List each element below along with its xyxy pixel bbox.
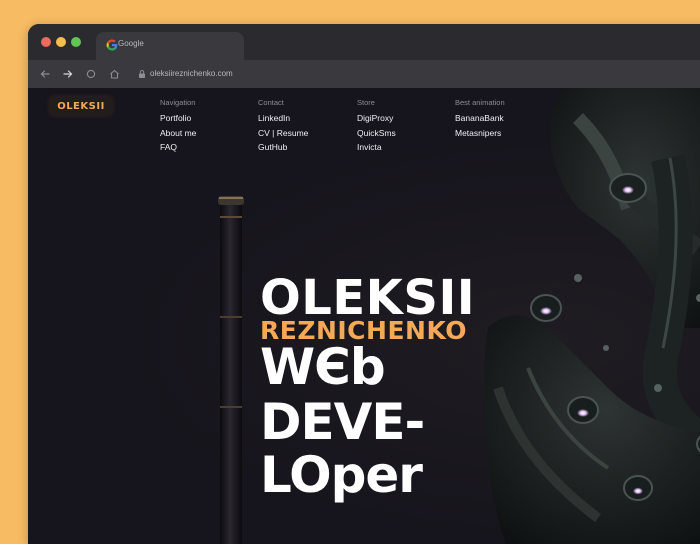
nav-link-about-me[interactable]: About me: [160, 128, 196, 138]
hero-role-line-3: LOper: [260, 446, 423, 504]
url-field[interactable]: oleksiireznichenko.com: [150, 69, 233, 78]
close-window-button[interactable]: [41, 37, 51, 47]
nav-link-invicta[interactable]: Invicta: [357, 142, 396, 152]
address-bar: oleksiireznichenko.com: [28, 60, 700, 88]
nav-link-digiproxy[interactable]: DigiProxy: [357, 113, 396, 123]
hero-name-first: OLEKSII: [260, 270, 476, 326]
nav-column-contact: Contact LinkedIn CV | Resume GutHub: [258, 98, 308, 157]
forward-arrow-icon[interactable]: [61, 67, 75, 81]
hero-role-line-1: WЄb: [260, 338, 386, 396]
nav-link-faq[interactable]: FAQ: [160, 142, 196, 152]
reload-icon[interactable]: [84, 67, 98, 81]
nav-column-store: Store DigiProxy QuickSms Invicta: [357, 98, 396, 157]
home-icon[interactable]: [107, 67, 121, 81]
browser-window: Google oleksiireznichenko.com OLEKSII Na…: [28, 24, 700, 544]
site-logo[interactable]: OLEKSII: [50, 97, 112, 115]
hero-role-line-2: DEVE-: [260, 393, 425, 451]
nav-link-cv-resume[interactable]: CV | Resume: [258, 128, 308, 138]
webpage: OLEKSII Navigation Portfolio About me FA…: [28, 88, 700, 544]
decorative-pole: [218, 196, 244, 544]
back-arrow-icon[interactable]: [38, 67, 52, 81]
browser-tab[interactable]: Google: [96, 32, 244, 60]
nav-heading: Navigation: [160, 98, 196, 107]
nav-link-github[interactable]: GutHub: [258, 142, 308, 152]
tab-title: Google: [118, 39, 144, 48]
title-bar: Google: [28, 24, 700, 60]
nav-column-navigation: Navigation Portfolio About me FAQ: [160, 98, 196, 157]
nav-heading: Contact: [258, 98, 284, 107]
maximize-window-button[interactable]: [71, 37, 81, 47]
logo-text: OLEKSII: [57, 100, 105, 112]
nav-link-quicksms[interactable]: QuickSms: [357, 128, 396, 138]
nav-link-portfolio[interactable]: Portfolio: [160, 113, 196, 123]
nav-link-linkedin[interactable]: LinkedIn: [258, 113, 308, 123]
nav-heading: Store: [357, 98, 375, 107]
minimize-window-button[interactable]: [56, 37, 66, 47]
google-icon: [106, 39, 118, 51]
decorative-robot-3d: [484, 88, 700, 544]
lock-icon: [139, 70, 145, 78]
